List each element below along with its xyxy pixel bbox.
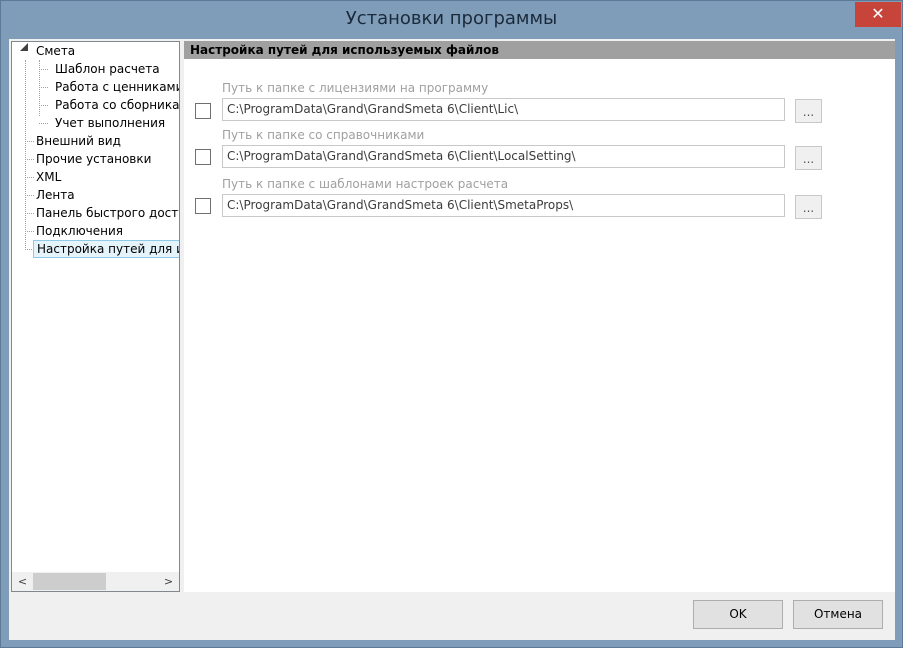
scroll-thumb[interactable] bbox=[33, 573, 106, 590]
license-path-label: Путь к папке с лицензиями на программу bbox=[222, 81, 489, 95]
reference-path-label: Путь к папке со справочниками bbox=[222, 128, 425, 142]
tree-item-file-paths[interactable]: Настройка путей для используемых файлов bbox=[33, 240, 179, 258]
license-path-browse-button[interactable]: ... bbox=[795, 99, 822, 123]
window-title: Установки программы bbox=[345, 8, 558, 29]
templates-path-browse-button[interactable]: ... bbox=[795, 195, 822, 219]
tree-item-collections[interactable]: Работа со сборниками bbox=[55, 96, 179, 114]
license-path-input[interactable]: C:\ProgramData\Grand\GrandSmeta 6\Client… bbox=[222, 98, 785, 121]
templates-path-label: Путь к папке с шаблонами настроек расчет… bbox=[222, 177, 509, 191]
tree-item-execution[interactable]: Учет выполнения bbox=[55, 114, 165, 132]
panel-header: Настройка путей для используемых файлов bbox=[184, 41, 895, 59]
tree-item-smeta[interactable]: Смета bbox=[36, 42, 75, 60]
reference-path-input[interactable]: C:\ProgramData\Grand\GrandSmeta 6\Client… bbox=[222, 145, 785, 168]
reference-path-checkbox[interactable] bbox=[195, 149, 211, 165]
templates-path-input[interactable]: C:\ProgramData\Grand\GrandSmeta 6\Client… bbox=[222, 194, 785, 217]
settings-tree: Смета Шаблон расчета Работа с ценниками … bbox=[11, 41, 180, 592]
settings-window: Установки программы ✕ Смета Шаблон расче… bbox=[0, 0, 903, 648]
ok-button[interactable]: OK bbox=[693, 600, 783, 629]
tree-item-appearance[interactable]: Внешний вид bbox=[36, 132, 121, 150]
scroll-left-icon[interactable]: < bbox=[14, 575, 31, 588]
reference-path-browse-button[interactable]: ... bbox=[795, 146, 822, 170]
tree-item-calc-template[interactable]: Шаблон расчета bbox=[55, 60, 160, 78]
tree-item-other-settings[interactable]: Прочие установки bbox=[36, 150, 151, 168]
cancel-button[interactable]: Отмена bbox=[793, 600, 883, 629]
tree-horizontal-scrollbar[interactable]: < > bbox=[12, 572, 179, 591]
expand-arrow-icon[interactable] bbox=[20, 43, 28, 51]
close-button[interactable]: ✕ bbox=[855, 2, 901, 27]
license-path-checkbox[interactable] bbox=[195, 103, 211, 119]
tree-item-connections[interactable]: Подключения bbox=[36, 222, 123, 240]
close-icon: ✕ bbox=[871, 4, 885, 23]
tree-item-quick-access[interactable]: Панель быстрого доступа bbox=[36, 204, 179, 222]
settings-panel: Настройка путей для используемых файлов … bbox=[184, 41, 895, 592]
dialog-client: Смета Шаблон расчета Работа с ценниками … bbox=[9, 39, 895, 640]
tree-item-price-tags[interactable]: Работа с ценниками bbox=[55, 78, 179, 96]
tree-item-xml[interactable]: XML bbox=[36, 168, 61, 186]
title-bar[interactable]: Установки программы ✕ bbox=[1, 1, 902, 39]
templates-path-checkbox[interactable] bbox=[195, 198, 211, 214]
scroll-right-icon[interactable]: > bbox=[160, 575, 177, 588]
tree-item-ribbon[interactable]: Лента bbox=[36, 186, 75, 204]
